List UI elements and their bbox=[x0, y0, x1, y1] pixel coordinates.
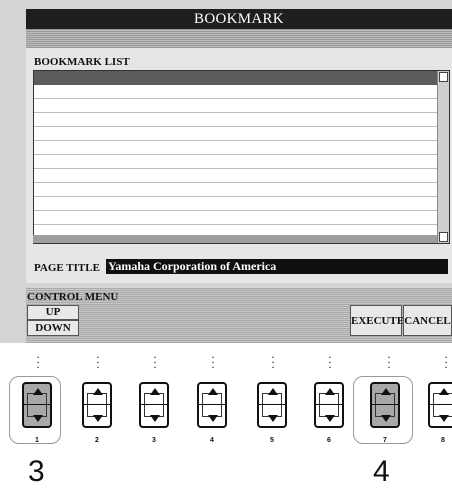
up-arrow-icon bbox=[325, 388, 335, 395]
up-arrow-icon bbox=[439, 388, 449, 395]
panel-button-4[interactable] bbox=[197, 382, 227, 428]
list-item[interactable] bbox=[34, 99, 437, 113]
page-title-field[interactable]: Yamaha Corporation of America bbox=[106, 259, 448, 274]
list-item[interactable] bbox=[34, 127, 437, 141]
cancel-button[interactable]: CANCEL bbox=[403, 305, 452, 336]
list-scrollbar[interactable] bbox=[437, 71, 449, 243]
button-number: 1 bbox=[35, 437, 39, 444]
bookmark-list[interactable] bbox=[33, 70, 450, 244]
down-arrow-icon bbox=[439, 415, 449, 422]
panel-button-1[interactable] bbox=[22, 382, 52, 428]
button-dots: · · · bbox=[271, 350, 275, 374]
down-arrow-icon bbox=[381, 415, 391, 422]
up-arrow-icon bbox=[208, 388, 218, 395]
up-button[interactable]: UP bbox=[27, 305, 79, 320]
panel-button-5[interactable] bbox=[257, 382, 287, 428]
button-number: 5 bbox=[270, 437, 274, 444]
down-button[interactable]: DOWN bbox=[27, 320, 79, 336]
button-dots: · · · bbox=[96, 350, 100, 374]
button-dots: · · · bbox=[211, 350, 215, 374]
up-arrow-icon bbox=[150, 388, 160, 395]
callout-number-3: 3 bbox=[28, 455, 45, 488]
list-bottom-strip bbox=[33, 235, 437, 243]
bookmark-list-label: BOOKMARK LIST bbox=[34, 56, 130, 68]
up-arrow-icon bbox=[381, 388, 391, 395]
button-dots: · · · bbox=[36, 350, 40, 374]
callout-number-4: 4 bbox=[373, 455, 390, 488]
button-number: 2 bbox=[95, 437, 99, 444]
control-menu-label: CONTROL MENU bbox=[27, 291, 119, 303]
button-dots: · · · bbox=[444, 350, 448, 374]
list-item[interactable] bbox=[34, 113, 437, 127]
down-arrow-icon bbox=[150, 415, 160, 422]
list-item-selected[interactable] bbox=[34, 71, 437, 85]
up-arrow-icon bbox=[268, 388, 278, 395]
panel-button-3[interactable] bbox=[139, 382, 169, 428]
button-number: 3 bbox=[152, 437, 156, 444]
page-title-label: PAGE TITLE bbox=[34, 262, 100, 274]
list-item[interactable] bbox=[34, 211, 437, 225]
list-item[interactable] bbox=[34, 155, 437, 169]
scroll-up-handle[interactable] bbox=[439, 72, 448, 82]
execute-button[interactable]: EXECUTE bbox=[350, 305, 404, 336]
scroll-down-handle[interactable] bbox=[439, 232, 448, 242]
down-arrow-icon bbox=[93, 415, 103, 422]
list-item[interactable] bbox=[34, 197, 437, 211]
panel-button-8[interactable] bbox=[428, 382, 452, 428]
down-arrow-icon bbox=[33, 415, 43, 422]
panel-button-6[interactable] bbox=[314, 382, 344, 428]
button-number: 6 bbox=[327, 437, 331, 444]
down-arrow-icon bbox=[268, 415, 278, 422]
down-arrow-icon bbox=[325, 415, 335, 422]
list-item[interactable] bbox=[34, 85, 437, 99]
up-arrow-icon bbox=[33, 388, 43, 395]
up-arrow-icon bbox=[93, 388, 103, 395]
title-stripes bbox=[26, 29, 452, 48]
panel-button-7[interactable] bbox=[370, 382, 400, 428]
button-number: 7 bbox=[383, 437, 387, 444]
button-number: 8 bbox=[441, 437, 445, 444]
list-item[interactable] bbox=[34, 183, 437, 197]
list-item[interactable] bbox=[34, 169, 437, 183]
button-dots: · · · bbox=[387, 350, 391, 374]
down-arrow-icon bbox=[208, 415, 218, 422]
button-dots: · · · bbox=[328, 350, 332, 374]
button-dots: · · · bbox=[153, 350, 157, 374]
page-title: BOOKMARK bbox=[26, 9, 452, 29]
button-number: 4 bbox=[210, 437, 214, 444]
panel-button-2[interactable] bbox=[82, 382, 112, 428]
list-item[interactable] bbox=[34, 141, 437, 155]
